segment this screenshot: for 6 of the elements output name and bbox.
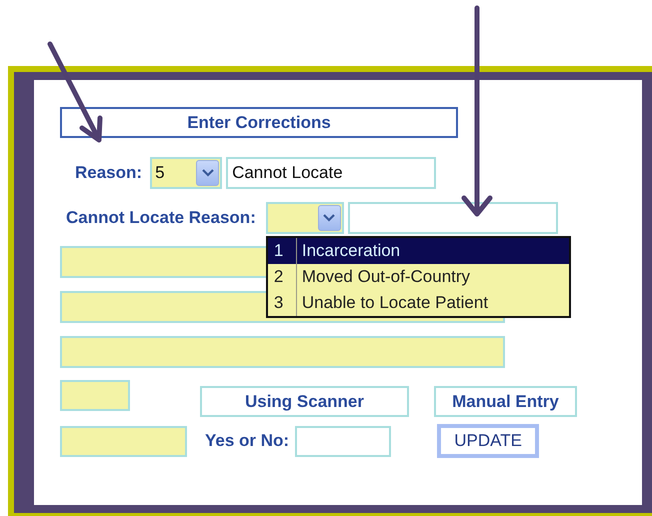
- reason-label: Reason:: [75, 163, 142, 183]
- cannot-locate-reason-label: Cannot Locate Reason:: [66, 208, 256, 228]
- manual-entry-label: Manual Entry: [434, 386, 577, 417]
- using-scanner-label: Using Scanner: [200, 386, 409, 417]
- form-title: Enter Corrections: [60, 107, 458, 138]
- yes-or-no-label: Yes or No:: [205, 431, 290, 451]
